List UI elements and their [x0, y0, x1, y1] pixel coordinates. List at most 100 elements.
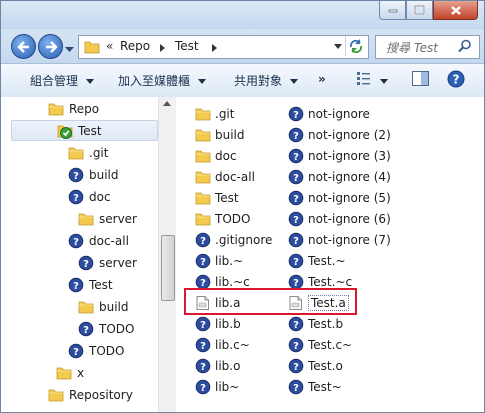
- tree-item[interactable]: server: [78, 208, 137, 229]
- search-icon[interactable]: [458, 39, 472, 53]
- folder-icon: [78, 299, 94, 315]
- breadcrumb-separator-icon[interactable]: [160, 44, 165, 52]
- back-button[interactable]: [11, 34, 36, 59]
- folder-check-icon: [57, 123, 73, 139]
- breadcrumb-test[interactable]: Test: [175, 39, 199, 53]
- minimize-button[interactable]: [379, 1, 406, 20]
- file-item[interactable]: ? Test.o: [288, 355, 343, 376]
- file-item-label: TODO: [215, 211, 251, 226]
- svg-text:?: ?: [200, 278, 206, 289]
- tree-item[interactable]: ? server: [78, 252, 137, 273]
- organize-button[interactable]: 組合管理: [30, 72, 94, 89]
- scroll-up-icon[interactable]: [163, 101, 171, 106]
- view-options-button[interactable]: [357, 71, 388, 88]
- file-item-label: lib.c~: [215, 337, 250, 352]
- arrow-left-icon: [16, 40, 29, 53]
- address-row: « Repo Test 搜尋 Test: [1, 29, 484, 63]
- address-bar[interactable]: « Repo Test: [78, 35, 369, 59]
- breadcrumb-repo[interactable]: Repo: [120, 39, 150, 53]
- file-item[interactable]: ? Test.b: [288, 313, 343, 334]
- tree-item[interactable]: ? doc: [68, 186, 111, 207]
- unknown-file-icon: ?: [68, 343, 84, 359]
- svg-text:?: ?: [83, 259, 89, 270]
- more-commands-button[interactable]: »: [318, 72, 326, 86]
- tree-item[interactable]: ? doc-all: [68, 230, 129, 251]
- svg-text:?: ?: [453, 73, 460, 87]
- tree-item[interactable]: ? build: [68, 164, 119, 185]
- file-item[interactable]: ? not-ignore (2): [288, 124, 391, 145]
- tree-item[interactable]: ? Test: [68, 274, 113, 295]
- file-item[interactable]: ? lib.~: [195, 250, 243, 271]
- svg-text:?: ?: [293, 131, 299, 142]
- file-item[interactable]: doc-all: [195, 166, 255, 187]
- svg-text:?: ?: [293, 194, 299, 205]
- tree-item[interactable]: ? TODO: [68, 340, 124, 361]
- tree-item[interactable]: Repo: [48, 98, 99, 119]
- recent-pages-dropdown[interactable]: [65, 42, 74, 56]
- unknown-file-icon: ?: [288, 190, 304, 206]
- file-item[interactable]: ? not-ignore (7): [288, 229, 391, 250]
- unknown-file-icon: ?: [195, 232, 211, 248]
- folder-icon: [195, 106, 211, 122]
- file-item[interactable]: ? .gitignore: [195, 229, 272, 250]
- folder-icon: [195, 190, 211, 206]
- file-item[interactable]: ? Test~: [288, 376, 342, 397]
- file-item[interactable]: ? not-ignore (3): [288, 145, 391, 166]
- file-item[interactable]: ? Test.~: [288, 250, 346, 271]
- file-item[interactable]: ? not-ignore (4): [288, 166, 391, 187]
- file-item-label: build: [215, 127, 245, 142]
- refresh-icon[interactable]: [348, 38, 364, 54]
- tree-item[interactable]: build: [78, 296, 129, 317]
- address-overflow[interactable]: «: [106, 39, 113, 53]
- folder-icon: [195, 127, 211, 143]
- tree-item[interactable]: .git: [68, 142, 108, 163]
- file-item[interactable]: ? not-ignore: [288, 103, 370, 124]
- tree-item-label: Test: [89, 277, 113, 292]
- close-button[interactable]: [433, 1, 478, 20]
- unknown-file-icon: ?: [68, 189, 84, 205]
- tree-item-label: x: [77, 365, 85, 380]
- share-with-button[interactable]: 共用對象: [234, 72, 298, 89]
- file-item[interactable]: ? lib.c~: [195, 334, 250, 355]
- file-item[interactable]: TODO: [195, 208, 250, 229]
- file-item[interactable]: build: [195, 124, 245, 145]
- file-item[interactable]: ? lib.o: [195, 355, 240, 376]
- folder-icon: [84, 41, 100, 54]
- tree-item[interactable]: ? TODO: [78, 318, 134, 339]
- breadcrumb-separator-icon[interactable]: [212, 44, 217, 52]
- file-item[interactable]: .git: [195, 103, 234, 124]
- share-with-label: 共用對象: [234, 74, 283, 88]
- file-item[interactable]: ? Test.c~: [288, 334, 352, 355]
- title-bar: [1, 1, 484, 29]
- file-item[interactable]: ? lib.b: [195, 313, 241, 334]
- file-item[interactable]: Test: [195, 187, 239, 208]
- address-dropdown-icon[interactable]: [334, 44, 342, 49]
- tree-item[interactable]: Repository: [48, 384, 133, 405]
- organize-label: 組合管理: [30, 74, 79, 88]
- folder-icon: [195, 148, 211, 164]
- svg-text:?: ?: [200, 383, 206, 394]
- svg-text:?: ?: [293, 341, 299, 352]
- forward-button[interactable]: [38, 34, 63, 59]
- add-to-library-label: 加入至媒體櫃: [118, 74, 191, 88]
- unknown-file-icon: ?: [288, 127, 304, 143]
- help-button[interactable]: ?: [447, 70, 465, 91]
- file-item[interactable]: ? not-ignore (6): [288, 208, 391, 229]
- tree-item-label: doc: [89, 189, 111, 204]
- file-item[interactable]: doc: [195, 145, 237, 166]
- scroll-thumb[interactable]: [161, 235, 175, 301]
- add-to-library-button[interactable]: 加入至媒體櫃: [118, 72, 206, 89]
- preview-pane-button[interactable]: [412, 71, 429, 89]
- svg-text:?: ?: [200, 320, 206, 331]
- file-item-label: not-ignore: [308, 106, 370, 121]
- file-item[interactable]: ? lib~: [195, 376, 239, 397]
- maximize-icon: [414, 5, 425, 15]
- maximize-button[interactable]: [406, 1, 433, 20]
- tree-item[interactable]: x: [56, 362, 84, 383]
- file-item[interactable]: ? not-ignore (5): [288, 187, 391, 208]
- search-placeholder[interactable]: 搜尋 Test: [386, 39, 438, 56]
- tree-item-label: TODO: [99, 321, 135, 336]
- search-box[interactable]: 搜尋 Test: [375, 35, 480, 59]
- tree-item[interactable]: Test: [11, 120, 158, 141]
- navigation-scrollbar[interactable]: [158, 97, 176, 412]
